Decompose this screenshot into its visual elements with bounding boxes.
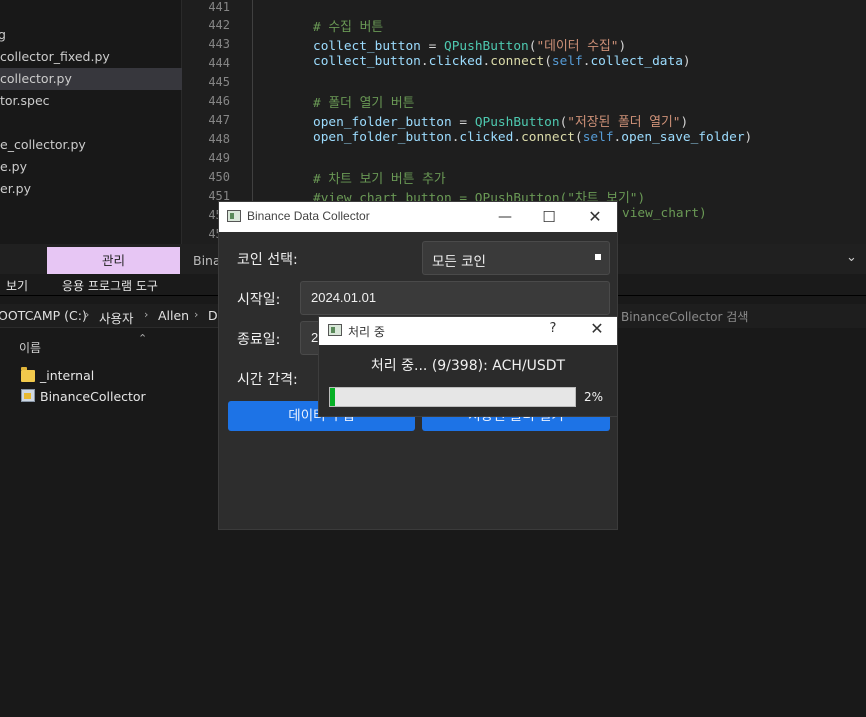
line-number: 446: [208, 94, 230, 108]
interval-label: 시간 간격:: [237, 372, 298, 388]
file-list-item[interactable]: _internal: [40, 368, 94, 383]
chevron-down-icon[interactable]: ⌄: [846, 250, 857, 265]
sort-up-icon: ⌃: [138, 332, 148, 345]
progress-status-text: 처리 중... (9/398): ACH/USDT: [370, 358, 566, 374]
code-token: open_save_folder: [621, 130, 745, 145]
chevron-right-icon: ›: [144, 308, 149, 321]
explorer-file-item[interactable]: tor.spec: [0, 90, 182, 112]
code-token: open_folder_button: [313, 115, 452, 130]
code-line: collect_button.clicked.connect(self.coll…: [313, 54, 691, 69]
code-token: collect_button: [313, 39, 421, 54]
application-icon: [21, 389, 35, 402]
code-token: clicked: [459, 130, 514, 145]
code-comment: # 차트 보기 버튼 추가: [313, 172, 446, 187]
tab-manage[interactable]: 관리: [47, 247, 180, 274]
folder-icon: [21, 367, 35, 382]
line-number: 445: [208, 75, 230, 89]
search-input[interactable]: BinanceCollector 검색: [621, 308, 748, 325]
dialog-titlebar[interactable]: 처리 중 ? ✕: [319, 317, 617, 345]
code-line: open_folder_button = QPushButton("저장된 폴더…: [313, 115, 689, 130]
window-title: Binance Data Collector: [247, 209, 370, 223]
close-icon[interactable]: ✕: [588, 319, 606, 338]
ribbon-app-tools-menu[interactable]: 응용 프로그램 도구: [62, 277, 158, 294]
code-token: connect: [490, 54, 545, 69]
processing-dialog: 처리 중 ? ✕ 처리 중... (9/398): ACH/USDT 2%: [318, 316, 618, 417]
code-token: QPushButton: [444, 39, 529, 54]
start-date-value: 2024.01.01: [311, 290, 377, 305]
code-token: open_folder_button: [313, 130, 452, 145]
line-number: 448: [208, 132, 230, 146]
progress-bar-fill: [330, 388, 335, 406]
close-icon[interactable]: ✕: [585, 207, 605, 227]
coin-select-dropdown[interactable]: 모든 코인: [422, 241, 610, 275]
code-comment: # 폴더 열기 버튼: [313, 96, 415, 111]
explorer-file-item[interactable]: er.py: [0, 178, 182, 200]
code-line: open_folder_button.clicked.connect(self.…: [313, 130, 753, 145]
chevron-right-icon: ›: [194, 308, 199, 321]
code-token: "저장된 폴더 열기": [567, 115, 681, 130]
code-token: collect_button: [313, 54, 421, 69]
progress-bar: [329, 387, 576, 407]
line-number: 443: [208, 37, 230, 51]
explorer-file-item[interactable]: e_collector.py: [0, 134, 182, 156]
code-token: QPushButton: [474, 115, 560, 130]
line-number: 450: [208, 170, 230, 184]
file-explorer-sidebar: g collector_fixed.py collector.py tor.sp…: [0, 0, 182, 244]
explorer-file-item[interactable]: g: [0, 24, 180, 46]
line-number: 444: [208, 56, 230, 70]
app-icon: [227, 210, 241, 222]
code-token: clicked: [428, 54, 483, 69]
line-number: 447: [208, 113, 230, 127]
start-date-label: 시작일:: [237, 292, 281, 308]
line-number: 441: [208, 0, 230, 14]
window-titlebar[interactable]: Binance Data Collector — ☐ ✕: [219, 202, 617, 232]
help-icon[interactable]: ?: [545, 321, 561, 336]
code-token: self: [582, 130, 614, 145]
line-number: 449: [208, 151, 230, 165]
dialog-title: 처리 중: [348, 325, 385, 339]
line-number: 442: [208, 18, 230, 32]
minimize-icon[interactable]: —: [495, 207, 515, 227]
ribbon-view-menu[interactable]: 보기: [6, 277, 28, 294]
breadcrumb-item[interactable]: OOTCAMP (C:): [0, 308, 87, 323]
code-comment: # 수집 버튼: [313, 20, 384, 35]
breadcrumb-item[interactable]: 사용자: [99, 308, 134, 327]
file-list-item[interactable]: BinanceCollector: [40, 389, 146, 404]
code-token: connect: [521, 130, 575, 145]
maximize-icon[interactable]: ☐: [539, 207, 559, 227]
code-line: collect_button = QPushButton("데이터 수집"): [313, 39, 627, 54]
explorer-file-item[interactable]: collector_fixed.py: [0, 46, 182, 68]
progress-percent: 2%: [584, 390, 604, 404]
coin-select-value: 모든 코인: [432, 254, 486, 270]
start-date-input[interactable]: 2024.01.01: [300, 281, 610, 315]
column-header-name[interactable]: 이름: [19, 339, 41, 356]
code-comment: view_chart): [622, 206, 707, 221]
explorer-file-item-active[interactable]: collector.py: [0, 68, 182, 90]
end-date-label: 종료일:: [237, 332, 281, 348]
coin-select-label: 코인 선택:: [237, 252, 298, 268]
code-token: self: [551, 54, 583, 69]
chevron-right-icon: ›: [85, 308, 90, 321]
explorer-file-item[interactable]: e.py: [0, 156, 182, 178]
breadcrumb-item[interactable]: Allen: [158, 308, 189, 323]
app-icon: [328, 324, 342, 336]
code-token: "데이터 수집": [536, 39, 619, 54]
code-token: collect_data: [590, 54, 683, 69]
dropdown-arrow-icon: [595, 254, 601, 260]
